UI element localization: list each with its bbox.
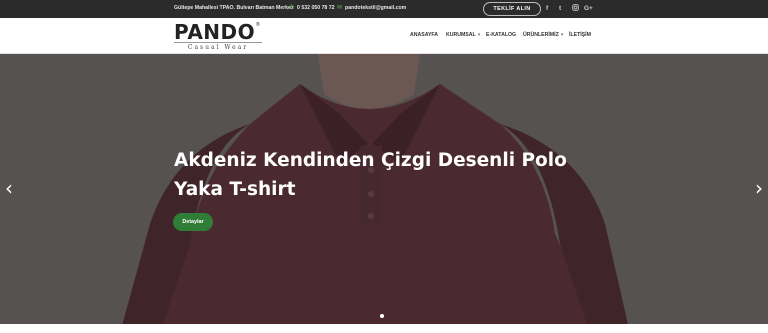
slide-title: Akdeniz Kendinden Çizgi Desenli Polo Yak… [174,150,567,200]
facebook-icon[interactable]: f [546,4,548,14]
slider-dots [380,314,384,318]
top-bar: Gültepe Mahallesi TPAO. Bulvarı Batman M… [0,0,768,18]
nav-item-ecatalog[interactable]: E-KATALOG [486,32,516,38]
mail-icon: ✉ [337,5,343,11]
slider-dot[interactable] [380,314,384,318]
details-button[interactable]: Detaylar [173,213,213,231]
logo-wordmark: PANDO [174,20,256,44]
nav-item-home[interactable]: ANASAYFA [410,32,438,38]
google-plus-icon[interactable]: G+ [584,4,593,14]
nav-item-corporate[interactable]: KURUMSAL ▾ [446,32,480,38]
page-bottom [0,324,768,333]
quote-button[interactable]: TEKLİF ALIN [483,2,541,16]
logo[interactable]: PANDO ® Casual Wear [174,20,266,52]
nav-item-products[interactable]: ÜRÜNLERİMİZ ▾ [523,32,563,38]
twitter-icon[interactable]: t [559,4,561,14]
site-header: PANDO ® Casual Wear ANASAYFA KURUMSAL ▾ E… [0,18,768,54]
instagram-icon[interactable] [572,4,579,15]
chevron-down-icon: ▾ [560,32,564,38]
email-text: pandotekstil@gmail.com [345,5,407,11]
registered-mark: ® [256,22,260,28]
next-arrow-icon[interactable]: › [752,176,766,200]
phone-contact[interactable]: ✆ 0 532 050 78 72 [289,5,335,11]
nav-item-contact[interactable]: İLETİŞİM [569,32,591,38]
prev-arrow-icon[interactable]: ‹ [2,176,16,200]
address-text: Gültepe Mahallesi TPAO. Bulvarı Batman M… [174,5,294,11]
chevron-down-icon: ▾ [477,32,481,38]
phone-text: 0 532 050 78 72 [297,5,335,11]
logo-tagline: Casual Wear [174,42,262,51]
email-contact[interactable]: ✉ pandotekstil@gmail.com [337,5,406,11]
phone-icon: ✆ [289,5,295,11]
hero-slider: Akdeniz Kendinden Çizgi Desenli Polo Yak… [0,54,768,333]
